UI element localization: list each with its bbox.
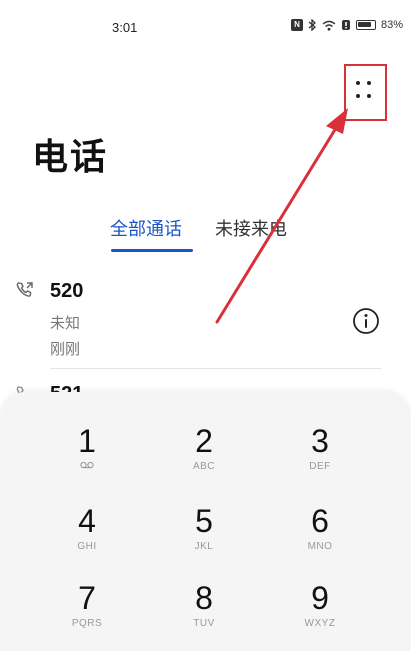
key-digit: 7 xyxy=(78,580,96,616)
key-letters: DEF xyxy=(309,461,331,472)
dial-key-1[interactable]: 1 xyxy=(32,422,142,490)
alarm-icon xyxy=(341,20,350,30)
key-letters: ABC xyxy=(192,461,216,472)
status-bar: 3:01 N 83% xyxy=(0,0,411,44)
key-letters: JKL xyxy=(194,541,214,552)
key-letters: MNO xyxy=(307,541,333,552)
key-digit: 9 xyxy=(311,580,329,616)
call-location: 未知 xyxy=(50,314,81,332)
key-digit: 8 xyxy=(195,580,213,616)
key-letters: PQRS xyxy=(71,618,103,629)
dial-key-9[interactable]: 9 WXYZ xyxy=(265,579,375,647)
dial-key-5[interactable]: 5 JKL xyxy=(149,502,259,570)
nfc-icon: N xyxy=(290,19,303,31)
more-options-button[interactable] xyxy=(344,64,387,121)
page-title: 电话 xyxy=(32,137,109,178)
wifi-icon xyxy=(322,20,336,31)
outgoing-call-icon xyxy=(16,282,33,297)
key-digit: 6 xyxy=(311,503,329,539)
tab-all-calls[interactable]: 全部通话 xyxy=(110,215,182,241)
dialpad: 1 2 ABC 3 DEF 4 GHI 5 JKL 6 MNO 7 PQRS 8… xyxy=(0,392,411,651)
dial-key-8[interactable]: 8 TUV xyxy=(149,579,259,647)
call-log-item[interactable]: 520 未知 刚刚 xyxy=(0,280,411,370)
active-tab-indicator xyxy=(111,249,193,252)
status-icons: N 83% xyxy=(290,19,403,31)
battery-percent: 83% xyxy=(380,19,403,31)
key-letters xyxy=(32,460,142,474)
dial-key-7[interactable]: 7 PQRS xyxy=(32,579,142,647)
dial-key-2[interactable]: 2 ABC xyxy=(149,422,259,490)
tab-missed-calls[interactable]: 未接来电 xyxy=(215,215,287,241)
key-digit: 4 xyxy=(78,503,96,539)
call-time: 刚刚 xyxy=(50,340,81,358)
dial-key-4[interactable]: 4 GHI xyxy=(32,502,142,570)
key-letters: TUV xyxy=(193,618,215,629)
row-divider xyxy=(50,368,381,369)
key-letters: WXYZ xyxy=(304,618,336,629)
more-dots-icon xyxy=(356,81,376,103)
bluetooth-icon xyxy=(308,19,316,31)
key-letters: GHI xyxy=(77,541,97,552)
info-icon[interactable] xyxy=(351,306,381,336)
call-number: 520 xyxy=(50,280,84,302)
voicemail-icon xyxy=(80,461,94,469)
dial-key-6[interactable]: 6 MNO xyxy=(265,502,375,570)
key-digit: 3 xyxy=(311,423,329,459)
dial-key-3[interactable]: 3 DEF xyxy=(265,422,375,490)
key-digit: 2 xyxy=(195,423,213,459)
key-digit: 5 xyxy=(195,503,213,539)
key-digit: 1 xyxy=(78,423,96,459)
status-time: 3:01 xyxy=(112,20,138,35)
tab-bar: 全部通话 未接来电 xyxy=(0,215,411,255)
battery-icon xyxy=(355,20,376,30)
